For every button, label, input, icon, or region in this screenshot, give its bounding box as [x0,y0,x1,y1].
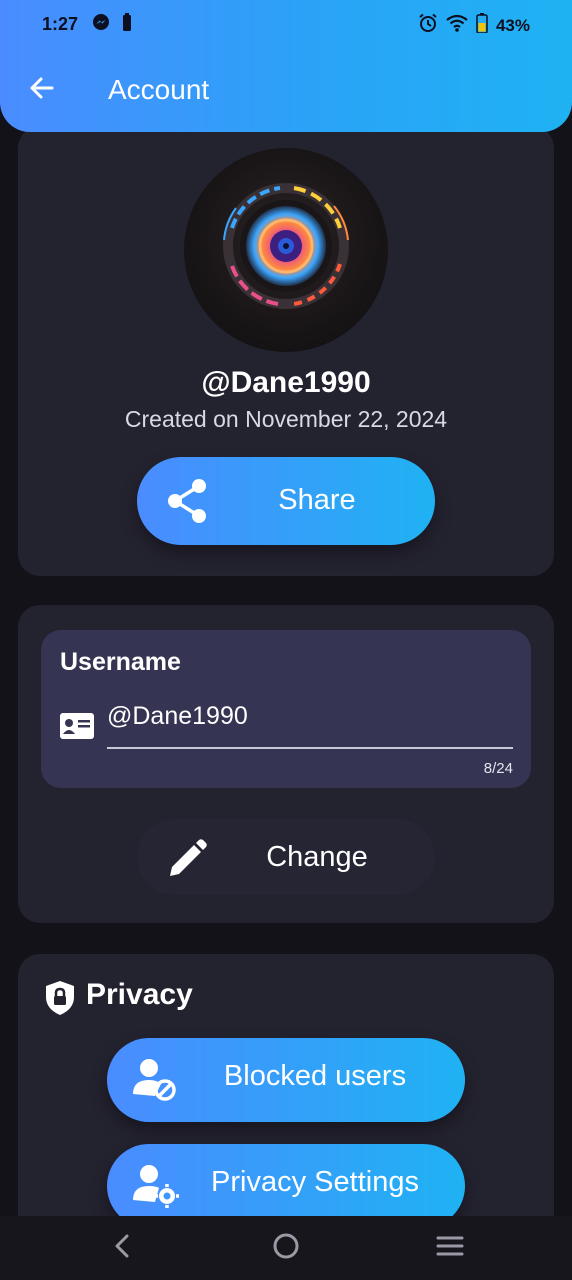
profile-card: @Dane1990 Created on November 22, 2024 S… [18,126,554,576]
privacy-heading: Privacy [86,978,193,1011]
status-time: 1:27 [42,14,79,34]
shield-lock-icon [44,980,76,1021]
menu-lines-icon [436,1234,464,1263]
privacy-settings-label: Privacy Settings [211,1166,419,1198]
share-label: Share [278,484,356,516]
change-button[interactable]: Change [137,819,435,895]
user-blocked-icon [131,1056,179,1107]
home-circle-icon [272,1232,300,1265]
battery-percent: 43% [495,15,530,35]
battery-small-icon [122,13,132,36]
blocked-users-label: Blocked users [223,1060,407,1092]
created-date: Created on November 22, 2024 [124,406,448,432]
back-arrow-icon [28,74,56,107]
nav-recents-button[interactable] [434,1232,466,1264]
back-button[interactable] [24,72,60,108]
username-field-label: Username [60,648,181,676]
input-underline [107,747,513,749]
user-gear-icon [131,1162,179,1213]
share-icon [165,477,211,530]
username-card: Username @Dane1990 8/24 Change [18,605,554,923]
system-nav-bar [0,1216,572,1280]
status-bar: 1:27 43% [0,0,572,48]
alarm-icon [418,13,438,38]
avatar[interactable] [184,148,388,352]
app-header: 1:27 43% Account [0,0,572,132]
nav-back-button[interactable] [106,1232,138,1264]
username-field[interactable]: Username @Dane1990 8/24 [41,630,531,788]
page-title: Account [108,74,210,105]
status-notification-icons [92,13,132,36]
nav-back-icon [112,1233,132,1264]
pencil-icon [165,837,209,886]
blocked-users-button[interactable]: Blocked users [107,1038,465,1122]
change-label: Change [266,841,368,873]
battery-icon [476,13,488,38]
wifi-icon [446,14,468,37]
status-system-icons: 43% [418,13,530,38]
messenger-icon [92,13,110,36]
character-counter: 8/24 [483,760,513,777]
profile-handle: @Dane1990 [201,366,371,399]
nav-home-button[interactable] [270,1232,302,1264]
id-card-icon [59,712,95,745]
share-button[interactable]: Share [137,457,435,545]
privacy-card: Privacy Blocked users Privacy Settings [18,954,554,1254]
username-input[interactable]: @Dane1990 [107,702,248,731]
